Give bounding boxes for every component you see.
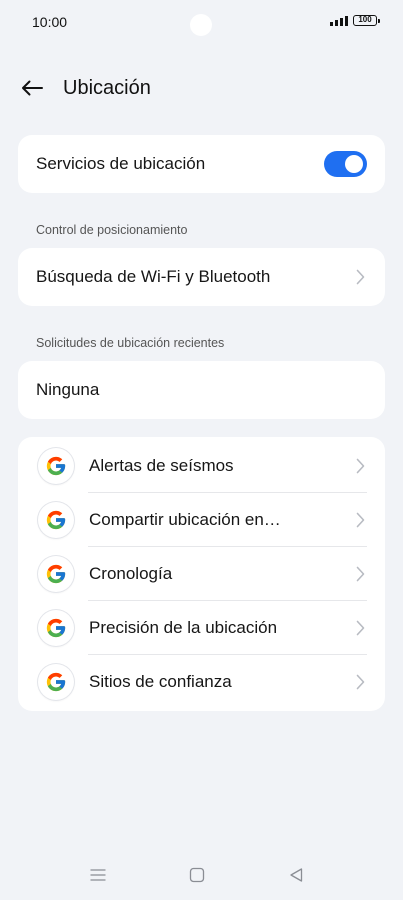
- location-services-row[interactable]: Servicios de ubicación: [18, 135, 385, 193]
- list-item-label: Compartir ubicación en…: [89, 510, 281, 529]
- battery-level: 100: [358, 15, 372, 24]
- status-time: 10:00: [32, 14, 68, 30]
- home-button[interactable]: [187, 866, 207, 884]
- list-item-label: Cronología: [89, 564, 173, 583]
- list-item-precision-ubicacion[interactable]: Precisión de la ubicación: [18, 601, 385, 655]
- wifi-bluetooth-scanning-row[interactable]: Búsqueda de Wi-Fi y Bluetooth: [18, 248, 385, 306]
- back-arrow-icon: [22, 80, 43, 96]
- list-item-compartir-ubicacion[interactable]: Compartir ubicación en…: [18, 493, 385, 547]
- google-g-icon: [38, 610, 74, 646]
- list-item-cronologia[interactable]: Cronología: [18, 547, 385, 601]
- section-title-positioning: Control de posicionamiento: [36, 223, 188, 237]
- status-icons: 100: [330, 15, 380, 26]
- status-bar: 10:00 100: [0, 0, 403, 44]
- location-services-label: Servicios de ubicación: [36, 154, 206, 173]
- chevron-right-icon: [356, 620, 365, 636]
- location-services-card: Servicios de ubicación: [18, 135, 385, 193]
- location-services-toggle[interactable]: [324, 151, 367, 177]
- battery-icon: 100: [353, 15, 380, 26]
- list-item-label: Alertas de seísmos: [89, 456, 234, 475]
- camera-cutout: [190, 14, 212, 36]
- triangle-back-icon: [290, 868, 303, 882]
- square-icon: [189, 867, 205, 883]
- recent-requests-card: Ninguna: [18, 361, 385, 419]
- back-button[interactable]: [16, 74, 48, 102]
- chevron-right-icon: [356, 674, 365, 690]
- signal-icon: [330, 15, 348, 26]
- section-title-recent-requests: Solicitudes de ubicación recientes: [36, 336, 225, 350]
- recent-requests-row: Ninguna: [18, 361, 385, 419]
- list-item-sitios-confianza[interactable]: Sitios de confianza: [18, 655, 385, 709]
- recent-requests-label: Ninguna: [36, 380, 100, 399]
- chevron-right-icon: [356, 566, 365, 582]
- recents-button[interactable]: [88, 866, 108, 884]
- list-item-alertas-seismos[interactable]: Alertas de seísmos: [18, 439, 385, 493]
- google-services-card: Alertas de seísmos Compartir ubicación e…: [18, 437, 385, 711]
- list-item-label: Precisión de la ubicación: [89, 618, 278, 637]
- back-nav-button[interactable]: [286, 866, 306, 884]
- header: Ubicación: [0, 70, 403, 106]
- menu-lines-icon: [90, 869, 106, 881]
- chevron-right-icon: [356, 458, 365, 474]
- chevron-right-icon: [356, 269, 365, 285]
- chevron-right-icon: [356, 512, 365, 528]
- google-g-icon: [38, 502, 74, 538]
- positioning-card: Búsqueda de Wi-Fi y Bluetooth: [18, 248, 385, 306]
- navigation-bar: [0, 850, 403, 900]
- google-g-icon: [38, 664, 74, 700]
- wifi-bluetooth-scanning-label: Búsqueda de Wi-Fi y Bluetooth: [36, 267, 271, 286]
- page-title: Ubicación: [63, 77, 151, 99]
- list-item-label: Sitios de confianza: [89, 672, 232, 691]
- google-g-icon: [38, 448, 74, 484]
- google-g-icon: [38, 556, 74, 592]
